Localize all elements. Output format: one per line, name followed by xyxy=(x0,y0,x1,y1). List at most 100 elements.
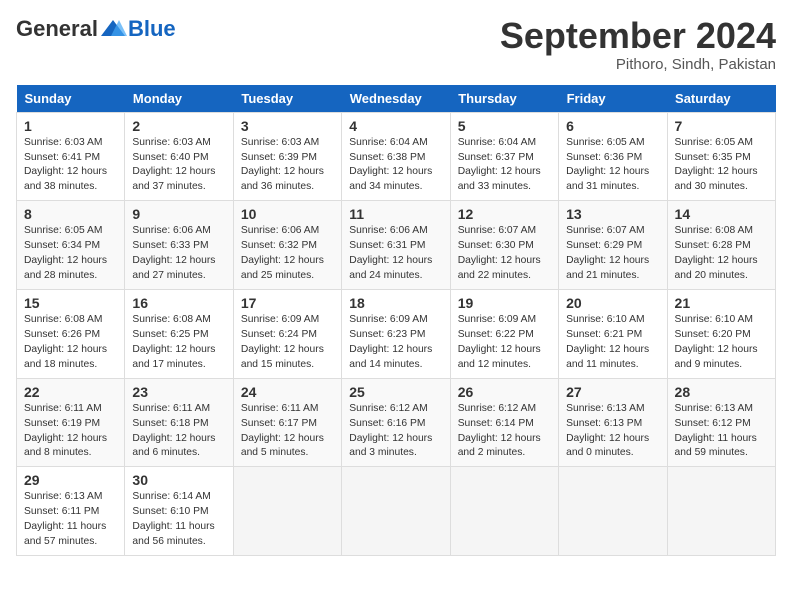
day-info: Sunrise: 6:11 AM Sunset: 6:17 PM Dayligh… xyxy=(241,402,334,462)
day-info: Sunrise: 6:12 AM Sunset: 6:14 PM Dayligh… xyxy=(458,402,551,462)
header-tuesday: Tuesday xyxy=(233,85,341,113)
day-info: Sunrise: 6:08 AM Sunset: 6:28 PM Dayligh… xyxy=(675,224,768,284)
calendar-cell: 18 Sunrise: 6:09 AM Sunset: 6:23 PM Dayli… xyxy=(342,289,450,378)
day-info: Sunrise: 6:13 AM Sunset: 6:13 PM Dayligh… xyxy=(566,402,659,462)
calendar-cell: 19Sunrise: 6:09 AM Sunset: 6:22 PM Dayli… xyxy=(450,289,558,378)
calendar-cell: 14 Sunrise: 6:08 AM Sunset: 6:28 PM Dayli… xyxy=(667,201,775,290)
day-info: Sunrise: 6:05 AM Sunset: 6:35 PM Dayligh… xyxy=(675,136,768,196)
calendar-cell: 12 Sunrise: 6:07 AM Sunset: 6:30 PM Dayli… xyxy=(450,201,558,290)
day-number: 16 xyxy=(132,295,225,311)
day-number: 13 xyxy=(566,206,659,222)
day-number: 3 xyxy=(241,118,334,134)
day-number: 22 xyxy=(24,384,117,400)
calendar-cell: 21 Sunrise: 6:10 AM Sunset: 6:20 PM Dayli… xyxy=(667,289,775,378)
header-saturday: Saturday xyxy=(667,85,775,113)
month-title: September 2024 xyxy=(500,16,776,56)
day-number: 6 xyxy=(566,118,659,134)
day-info: Sunrise: 6:03 AM Sunset: 6:41 PM Dayligh… xyxy=(24,136,117,196)
week-row-2: 8Sunrise: 6:05 AM Sunset: 6:34 PM Daylig… xyxy=(17,201,776,290)
week-row-5: 29Sunrise: 6:13 AM Sunset: 6:11 PM Dayli… xyxy=(17,467,776,556)
calendar-cell: 6 Sunrise: 6:05 AM Sunset: 6:36 PM Daylig… xyxy=(559,112,667,201)
week-row-1: 1Sunrise: 6:03 AM Sunset: 6:41 PM Daylig… xyxy=(17,112,776,201)
day-number: 25 xyxy=(349,384,442,400)
day-info: Sunrise: 6:09 AM Sunset: 6:24 PM Dayligh… xyxy=(241,313,334,373)
day-info: Sunrise: 6:10 AM Sunset: 6:20 PM Dayligh… xyxy=(675,313,768,373)
title-block: September 2024 Pithoro, Sindh, Pakistan xyxy=(500,16,776,73)
calendar-cell: 26 Sunrise: 6:12 AM Sunset: 6:14 PM Dayli… xyxy=(450,378,558,467)
calendar-cell: 7 Sunrise: 6:05 AM Sunset: 6:35 PM Daylig… xyxy=(667,112,775,201)
calendar-cell xyxy=(559,467,667,556)
day-number: 5 xyxy=(458,118,551,134)
week-row-4: 22 Sunrise: 6:11 AM Sunset: 6:19 PM Dayli… xyxy=(17,378,776,467)
day-number: 11 xyxy=(349,206,442,222)
calendar-cell: 20 Sunrise: 6:10 AM Sunset: 6:21 PM Dayli… xyxy=(559,289,667,378)
day-info: Sunrise: 6:06 AM Sunset: 6:33 PM Dayligh… xyxy=(132,224,225,284)
day-info: Sunrise: 6:10 AM Sunset: 6:21 PM Dayligh… xyxy=(566,313,659,373)
calendar-cell: 29Sunrise: 6:13 AM Sunset: 6:11 PM Dayli… xyxy=(17,467,125,556)
day-number: 10 xyxy=(241,206,334,222)
day-number: 21 xyxy=(675,295,768,311)
day-info: Sunrise: 6:12 AM Sunset: 6:16 PM Dayligh… xyxy=(349,402,442,462)
day-number: 28 xyxy=(675,384,768,400)
logo-general-text: General xyxy=(16,16,98,42)
logo-icon xyxy=(99,18,127,40)
calendar-cell: 22 Sunrise: 6:11 AM Sunset: 6:19 PM Dayli… xyxy=(17,378,125,467)
day-info: Sunrise: 6:07 AM Sunset: 6:30 PM Dayligh… xyxy=(458,224,551,284)
calendar-cell: 25 Sunrise: 6:12 AM Sunset: 6:16 PM Dayli… xyxy=(342,378,450,467)
calendar-body: 1Sunrise: 6:03 AM Sunset: 6:41 PM Daylig… xyxy=(17,112,776,555)
day-info: Sunrise: 6:08 AM Sunset: 6:25 PM Dayligh… xyxy=(132,313,225,373)
day-info: Sunrise: 6:14 AM Sunset: 6:10 PM Dayligh… xyxy=(132,490,225,550)
day-number: 20 xyxy=(566,295,659,311)
calendar-cell: 2Sunrise: 6:03 AM Sunset: 6:40 PM Daylig… xyxy=(125,112,233,201)
day-number: 2 xyxy=(132,118,225,134)
day-number: 27 xyxy=(566,384,659,400)
calendar-cell: 9 Sunrise: 6:06 AM Sunset: 6:33 PM Daylig… xyxy=(125,201,233,290)
calendar-cell: 24 Sunrise: 6:11 AM Sunset: 6:17 PM Dayli… xyxy=(233,378,341,467)
calendar-cell: 28 Sunrise: 6:13 AM Sunset: 6:12 PM Dayli… xyxy=(667,378,775,467)
location-subtitle: Pithoro, Sindh, Pakistan xyxy=(500,56,776,73)
calendar-header-row: SundayMondayTuesdayWednesdayThursdayFrid… xyxy=(17,85,776,113)
day-number: 18 xyxy=(349,295,442,311)
day-info: Sunrise: 6:04 AM Sunset: 6:38 PM Dayligh… xyxy=(349,136,442,196)
day-number: 19 xyxy=(458,295,551,311)
logo-blue-text: Blue xyxy=(128,16,176,42)
header-sunday: Sunday xyxy=(17,85,125,113)
logo: General Blue xyxy=(16,16,176,42)
day-number: 24 xyxy=(241,384,334,400)
day-info: Sunrise: 6:13 AM Sunset: 6:11 PM Dayligh… xyxy=(24,490,117,550)
day-info: Sunrise: 6:11 AM Sunset: 6:19 PM Dayligh… xyxy=(24,402,117,462)
calendar-cell: 30Sunrise: 6:14 AM Sunset: 6:10 PM Dayli… xyxy=(125,467,233,556)
calendar-cell: 13 Sunrise: 6:07 AM Sunset: 6:29 PM Dayli… xyxy=(559,201,667,290)
calendar-cell: 8Sunrise: 6:05 AM Sunset: 6:34 PM Daylig… xyxy=(17,201,125,290)
day-info: Sunrise: 6:13 AM Sunset: 6:12 PM Dayligh… xyxy=(675,402,768,462)
day-info: Sunrise: 6:09 AM Sunset: 6:23 PM Dayligh… xyxy=(349,313,442,373)
day-number: 26 xyxy=(458,384,551,400)
day-number: 17 xyxy=(241,295,334,311)
calendar-cell: 15Sunrise: 6:08 AM Sunset: 6:26 PM Dayli… xyxy=(17,289,125,378)
day-number: 7 xyxy=(675,118,768,134)
calendar-cell: 10 Sunrise: 6:06 AM Sunset: 6:32 PM Dayli… xyxy=(233,201,341,290)
header-friday: Friday xyxy=(559,85,667,113)
day-number: 15 xyxy=(24,295,117,311)
day-info: Sunrise: 6:05 AM Sunset: 6:34 PM Dayligh… xyxy=(24,224,117,284)
header-monday: Monday xyxy=(125,85,233,113)
calendar-cell: 17 Sunrise: 6:09 AM Sunset: 6:24 PM Dayli… xyxy=(233,289,341,378)
calendar-cell xyxy=(667,467,775,556)
day-info: Sunrise: 6:05 AM Sunset: 6:36 PM Dayligh… xyxy=(566,136,659,196)
day-info: Sunrise: 6:07 AM Sunset: 6:29 PM Dayligh… xyxy=(566,224,659,284)
day-number: 12 xyxy=(458,206,551,222)
calendar-cell: 1Sunrise: 6:03 AM Sunset: 6:41 PM Daylig… xyxy=(17,112,125,201)
day-info: Sunrise: 6:03 AM Sunset: 6:39 PM Dayligh… xyxy=(241,136,334,196)
day-number: 9 xyxy=(132,206,225,222)
day-number: 14 xyxy=(675,206,768,222)
day-number: 4 xyxy=(349,118,442,134)
day-info: Sunrise: 6:04 AM Sunset: 6:37 PM Dayligh… xyxy=(458,136,551,196)
day-info: Sunrise: 6:06 AM Sunset: 6:32 PM Dayligh… xyxy=(241,224,334,284)
calendar-cell: 11 Sunrise: 6:06 AM Sunset: 6:31 PM Dayli… xyxy=(342,201,450,290)
day-info: Sunrise: 6:06 AM Sunset: 6:31 PM Dayligh… xyxy=(349,224,442,284)
calendar-cell: 5 Sunrise: 6:04 AM Sunset: 6:37 PM Daylig… xyxy=(450,112,558,201)
calendar-table: SundayMondayTuesdayWednesdayThursdayFrid… xyxy=(16,85,776,556)
calendar-cell: 16 Sunrise: 6:08 AM Sunset: 6:25 PM Dayli… xyxy=(125,289,233,378)
calendar-cell xyxy=(342,467,450,556)
day-info: Sunrise: 6:11 AM Sunset: 6:18 PM Dayligh… xyxy=(132,402,225,462)
